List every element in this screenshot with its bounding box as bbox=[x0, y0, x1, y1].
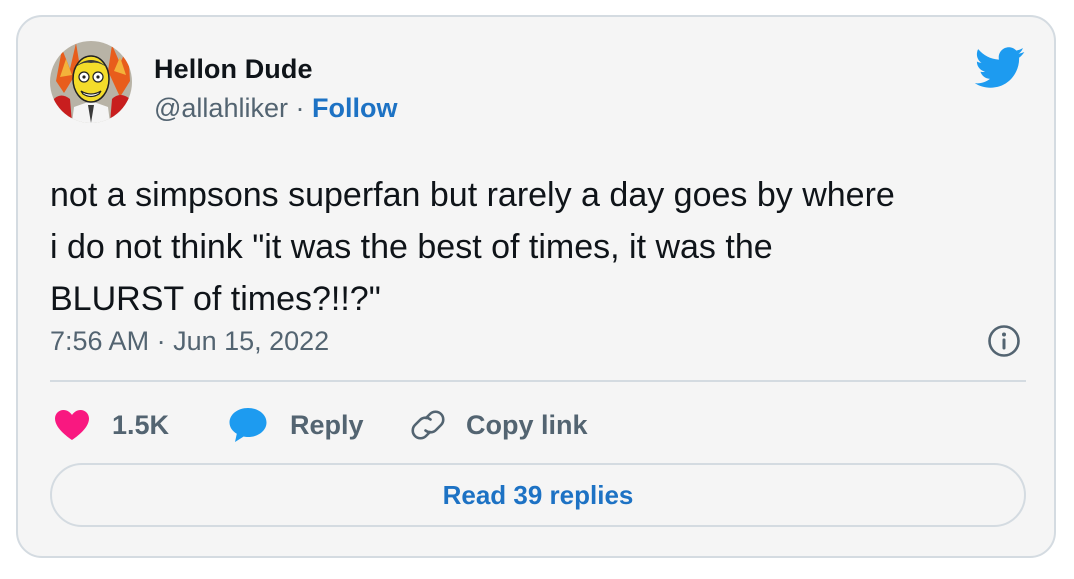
author-name[interactable]: Hellon Dude bbox=[154, 54, 313, 85]
heart-icon bbox=[54, 409, 90, 441]
divider bbox=[50, 380, 1026, 382]
link-icon bbox=[410, 407, 446, 443]
info-icon[interactable] bbox=[987, 324, 1021, 358]
handle-separator: · bbox=[287, 93, 312, 123]
timestamp-separator: · bbox=[149, 326, 174, 356]
tweet-text: not a simpsons superfan but rarely a day… bbox=[50, 176, 895, 318]
tweet-timestamp[interactable]: 7:56 AM · Jun 15, 2022 bbox=[50, 326, 329, 357]
twitter-bird-icon[interactable] bbox=[974, 47, 1026, 89]
reply-label: Reply bbox=[290, 409, 364, 440]
author-handle-row: @allahliker · Follow bbox=[154, 93, 397, 124]
tweet-time: 7:56 AM bbox=[50, 326, 150, 356]
reply-button[interactable]: Reply bbox=[228, 403, 364, 447]
tweet-date: Jun 15, 2022 bbox=[173, 326, 330, 356]
author-handle[interactable]: @allahliker bbox=[154, 93, 288, 123]
copy-link-label: Copy link bbox=[466, 409, 588, 440]
follow-link[interactable]: Follow bbox=[312, 93, 397, 123]
read-replies-button[interactable]: Read 39 replies bbox=[50, 463, 1026, 527]
speech-bubble-icon bbox=[228, 407, 268, 443]
copy-link-button[interactable]: Copy link bbox=[410, 403, 588, 447]
like-count: 1.5K bbox=[112, 409, 170, 440]
like-button[interactable]: 1.5K bbox=[54, 403, 169, 447]
avatar[interactable] bbox=[50, 41, 132, 123]
tweet-card: Hellon Dude @allahliker · Follow not a s… bbox=[16, 15, 1056, 558]
